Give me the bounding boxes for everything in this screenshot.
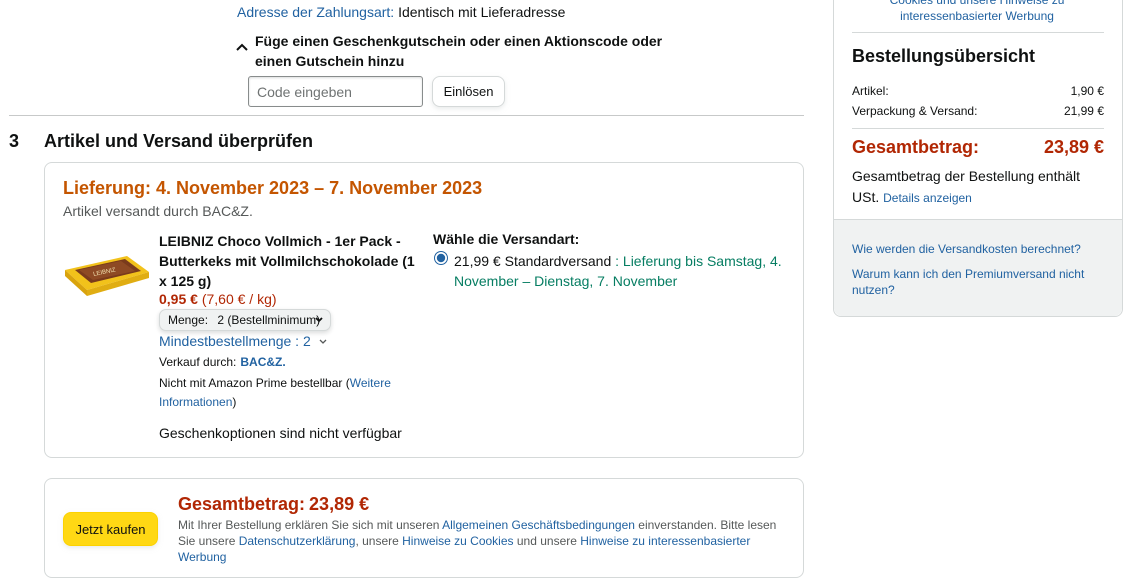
- premium-shipping-faq-link[interactable]: Warum kann ich den Premiumversand nicht …: [852, 266, 1102, 298]
- summary-row-items: Artikel: 1,90 €: [852, 84, 1104, 98]
- grand-total-label: Gesamtbetrag:: [852, 137, 980, 157]
- quantity-label: Menge:: [168, 313, 209, 327]
- billing-address-value: Identisch mit Lieferadresse: [398, 4, 566, 20]
- prime-note: Nicht mit Amazon Prime bestellbar (Weite…: [159, 374, 421, 412]
- product-price: 0,95 €: [159, 291, 198, 307]
- privacy-link[interactable]: Datenschutzerklärung: [239, 534, 356, 548]
- product-unit-price: (7,60 € / kg): [201, 291, 277, 307]
- summary-row-value: 1,90 €: [1070, 84, 1104, 98]
- order-total: Gesamtbetrag: 23,89 €: [178, 494, 369, 515]
- terms-link[interactable]: Allgemeinen Geschäftsbedingungen: [442, 518, 635, 532]
- summary-divider: [852, 32, 1104, 33]
- section-divider: [9, 115, 804, 116]
- cookies-link[interactable]: Hinweise zu Cookies: [402, 534, 513, 548]
- order-total-label: Gesamtbetrag:: [178, 494, 306, 514]
- delivery-date-heading: Lieferung: 4. November 2023 – 7. Novembe…: [63, 178, 483, 198]
- shipping-cost-faq-link[interactable]: Wie werden die Versandkosten berechnet?: [852, 242, 1081, 256]
- shipping-method-heading: Wähle die Versandart:: [433, 231, 580, 247]
- promo-code-input[interactable]: [248, 76, 423, 107]
- buy-now-button[interactable]: Jetzt kaufen: [63, 512, 158, 546]
- legal-text-part: Mit Ihrer Bestellung erklären Sie sich m…: [178, 518, 443, 532]
- step-number: 3: [9, 131, 20, 151]
- prime-note-close: ): [232, 395, 237, 409]
- redeem-button[interactable]: Einlösen: [432, 76, 505, 107]
- billing-address-label[interactable]: Adresse der Zahlungsart:: [237, 4, 394, 20]
- prime-note-text: Nicht mit Amazon Prime bestellbar (: [159, 376, 350, 390]
- sold-by-label: Verkauf durch:: [159, 355, 237, 369]
- standard-shipping-option[interactable]: 21,99 € Standardversand : Lieferung bis …: [454, 251, 794, 291]
- summary-row-label: Verpackung & Versand:: [852, 104, 978, 118]
- shipping-option-separator: :: [611, 253, 623, 269]
- order-total-value: 23,89 €: [309, 494, 370, 514]
- summary-row-value: 21,99 €: [1063, 104, 1104, 118]
- product-image[interactable]: LEIBNIZ: [63, 250, 151, 296]
- promo-code-toggle-text[interactable]: Füge einen Geschenkgutschein oder einen …: [255, 31, 675, 71]
- billing-address-line: Adresse der Zahlungsart: Identisch mit L…: [237, 4, 565, 20]
- legal-text-part: und unsere: [513, 534, 581, 548]
- quantity-value: 2 (Bestellminimum): [217, 313, 321, 327]
- section-title: Artikel und Versand überprüfen: [44, 131, 314, 151]
- summary-title: Bestellungsübersicht: [852, 46, 1036, 66]
- vat-note: Gesamtbetrag der Bestellung enthält USt.…: [852, 166, 1104, 209]
- summary-row-shipping: Verpackung & Versand: 21,99 €: [852, 104, 1104, 118]
- quantity-dropdown[interactable]: Menge: 2 (Bestellminimum): [159, 309, 331, 331]
- details-link[interactable]: Details anzeigen: [883, 191, 972, 205]
- summary-legal-link[interactable]: Cookies und unsere Hinweise zu interesse…: [852, 0, 1102, 24]
- chevron-down-icon: [319, 337, 327, 349]
- grand-total-value: 23,89 €: [1043, 137, 1104, 157]
- gift-options-note: Geschenkoptionen sind nicht verfügbar: [159, 425, 402, 441]
- shipping-option-price: 21,99 € Standardversand: [454, 253, 612, 269]
- product-price-line: 0,95 € (7,60 € / kg): [159, 291, 277, 307]
- legal-text: Mit Ihrer Bestellung erklären Sie sich m…: [178, 517, 790, 565]
- summary-grand-total: Gesamtbetrag: 23,89 €: [852, 137, 1104, 158]
- sold-by-line: Verkauf durch: BAC&Z.: [159, 355, 286, 369]
- summary-row-label: Artikel:: [852, 84, 889, 98]
- legal-text-part: , unsere: [355, 534, 403, 548]
- chevron-up-icon[interactable]: [236, 40, 248, 54]
- shipped-by-text: Artikel versandt durch BAC&Z.: [63, 203, 253, 219]
- min-quantity-link[interactable]: Mindestbestellmenge : 2: [159, 333, 327, 349]
- standard-shipping-radio[interactable]: [434, 251, 448, 265]
- product-title: LEIBNIZ Choco Vollmich - 1er Pack - Butt…: [159, 233, 415, 289]
- seller-link[interactable]: BAC&Z.: [240, 355, 285, 369]
- min-quantity-text: Mindestbestellmenge : 2: [159, 333, 311, 349]
- summary-divider: [852, 128, 1104, 129]
